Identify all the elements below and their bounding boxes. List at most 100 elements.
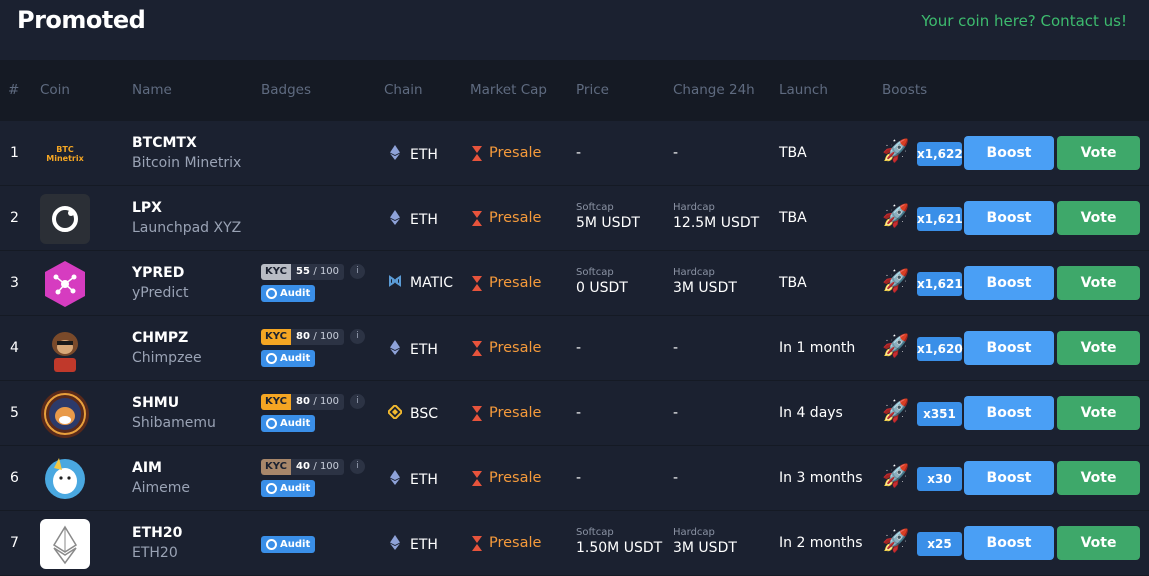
coin-symbol[interactable]: SHMU (132, 395, 179, 411)
kyc-badge[interactable]: KYC 55 / 100 i (261, 263, 371, 280)
info-icon[interactable]: i (350, 394, 366, 409)
softcap-value: 1.50M USDT (576, 540, 663, 556)
coin-name[interactable]: Bitcoin Minetrix (132, 155, 241, 171)
info-icon[interactable]: i (350, 264, 366, 279)
softcap: Softcap 5M USDT (576, 202, 640, 231)
audit-icon (266, 539, 277, 550)
market-cap-status: Presale (489, 340, 542, 356)
audit-icon (266, 418, 277, 429)
boost-count: x1,621 (917, 272, 963, 296)
coin-symbol[interactable]: CHMPZ (132, 330, 188, 346)
col-header-chain[interactable]: Chain (384, 82, 423, 98)
coin-symbol[interactable]: BTCMTX (132, 135, 197, 151)
kyc-badge[interactable]: KYC 80 / 100 i (261, 328, 371, 345)
coin-symbol[interactable]: LPX (132, 200, 162, 216)
kyc-badge[interactable]: KYC 40 / 100 i (261, 458, 371, 475)
table-row[interactable]: 1 BTC Minetrix BTCMTX Bitcoin Minetrix ETH Pr… (0, 121, 1149, 186)
boost-button[interactable]: Boost (964, 526, 1054, 560)
coin-name[interactable]: Aimeme (132, 480, 190, 496)
vote-button[interactable]: Vote (1057, 266, 1140, 300)
coin-name[interactable]: ETH20 (132, 545, 178, 561)
table-row[interactable]: 4 CHMPZ Chimpzee KYC 80 / 100 i Audit ETH Presal… (0, 316, 1149, 381)
audit-badge[interactable]: Audit (261, 480, 316, 497)
boost-button[interactable]: Boost (964, 396, 1054, 430)
table-row[interactable]: 3 YPRED yPredict KYC 55 / 100 i Audit MATIC Pres… (0, 251, 1149, 316)
hourglass-icon (471, 535, 483, 551)
info-icon[interactable]: i (350, 329, 366, 344)
kyc-badge[interactable]: KYC 80 / 100 i (261, 393, 371, 410)
softcap: Softcap 1.50M USDT (576, 527, 662, 556)
vote-button[interactable]: Vote (1057, 201, 1140, 235)
ethereum-icon (388, 210, 402, 229)
audit-label: Audit (280, 288, 311, 299)
coin-name[interactable]: Launchpad XYZ (132, 220, 241, 236)
boost-button[interactable]: Boost (964, 201, 1054, 235)
coin-name[interactable]: Shibamemu (132, 415, 216, 431)
ypredict-logo (40, 259, 90, 309)
coin-symbol[interactable]: AIM (132, 460, 162, 476)
col-header-boosts[interactable]: Boosts (882, 82, 927, 98)
launch: In 1 month (779, 340, 856, 356)
bitcoin-minetrix-logo: BTC Minetrix (40, 129, 90, 179)
col-header-coin[interactable]: Coin (40, 82, 70, 98)
vote-button[interactable]: Vote (1057, 396, 1140, 430)
softcap-label: Softcap (576, 267, 614, 278)
coin-name[interactable]: Chimpzee (132, 350, 202, 366)
audit-badge[interactable]: Audit (261, 536, 316, 553)
market-cap-status: Presale (489, 535, 542, 551)
col-header-badges[interactable]: Badges (261, 82, 311, 98)
audit-label: Audit (280, 539, 311, 550)
kyc-score-max: / 100 (313, 460, 340, 472)
kyc-score: 80 / 100 (290, 328, 345, 345)
col-header-rank[interactable]: # (8, 82, 19, 98)
chain-label: MATIC (410, 275, 454, 291)
audit-badge[interactable]: Audit (261, 350, 316, 367)
audit-badge[interactable]: Audit (261, 415, 316, 432)
market-cap: Presale (471, 275, 541, 291)
chain-label: BSC (410, 406, 439, 422)
bnb-icon (386, 403, 404, 423)
ethereum-icon (388, 535, 402, 554)
rocket-icon: 🚀 (882, 464, 910, 489)
eth20-logo (40, 519, 90, 569)
chain: ETH (388, 210, 438, 229)
softcap-value: 5M USDT (576, 215, 640, 231)
boost-button[interactable]: Boost (964, 461, 1054, 495)
table-row[interactable]: 7 ETH20 ETH20 Audit ETH Presale Softcap 1.50M U… (0, 511, 1149, 576)
badges: KYC 80 / 100 i Audit (261, 393, 371, 433)
boost-button[interactable]: Boost (964, 266, 1054, 300)
change-24h: - (673, 340, 679, 356)
kyc-score-value: 80 (295, 330, 314, 342)
change-24h: - (673, 470, 679, 486)
vote-button[interactable]: Vote (1057, 331, 1140, 365)
hardcap: Hardcap 12.5M USDT (673, 202, 759, 231)
launch: In 2 months (779, 535, 863, 551)
table-row[interactable]: 2 LPX Launchpad XYZ ETH Presale Softcap 5M USD… (0, 186, 1149, 251)
kyc-label: KYC (261, 263, 291, 280)
info-icon[interactable]: i (350, 459, 366, 474)
col-header-name[interactable]: Name (132, 82, 172, 98)
col-header-price[interactable]: Price (576, 82, 609, 98)
market-cap: Presale (471, 210, 541, 226)
table-row[interactable]: 6 AIM Aimeme KYC 40 / 100 i Audit ETH Presale - - I… (0, 446, 1149, 511)
vote-button[interactable]: Vote (1057, 526, 1140, 560)
kyc-score-max: / 100 (313, 395, 340, 407)
coin-symbol[interactable]: YPRED (132, 265, 184, 281)
promoted-table: # Coin Name Badges Chain Market Cap Pric… (0, 60, 1149, 576)
table-row[interactable]: 5 SHMU Shibamemu KYC 80 / 100 i Audit BSC Presal… (0, 381, 1149, 446)
col-header-launch[interactable]: Launch (779, 82, 828, 98)
vote-button[interactable]: Vote (1057, 136, 1140, 170)
boost-button[interactable]: Boost (964, 331, 1054, 365)
price: - (576, 145, 582, 161)
boost-button[interactable]: Boost (964, 136, 1054, 170)
audit-badge[interactable]: Audit (261, 285, 316, 302)
col-header-market-cap[interactable]: Market Cap (470, 82, 547, 98)
vote-button[interactable]: Vote (1057, 461, 1140, 495)
contact-link[interactable]: Your coin here? Contact us! (921, 12, 1127, 30)
coin-symbol[interactable]: ETH20 (132, 525, 182, 541)
col-header-change[interactable]: Change 24h (673, 82, 755, 98)
aimeme-logo (40, 454, 90, 504)
shibamemu-logo (40, 389, 90, 439)
coin-name[interactable]: yPredict (132, 285, 189, 301)
rocket-icon: 🚀 (882, 139, 910, 164)
